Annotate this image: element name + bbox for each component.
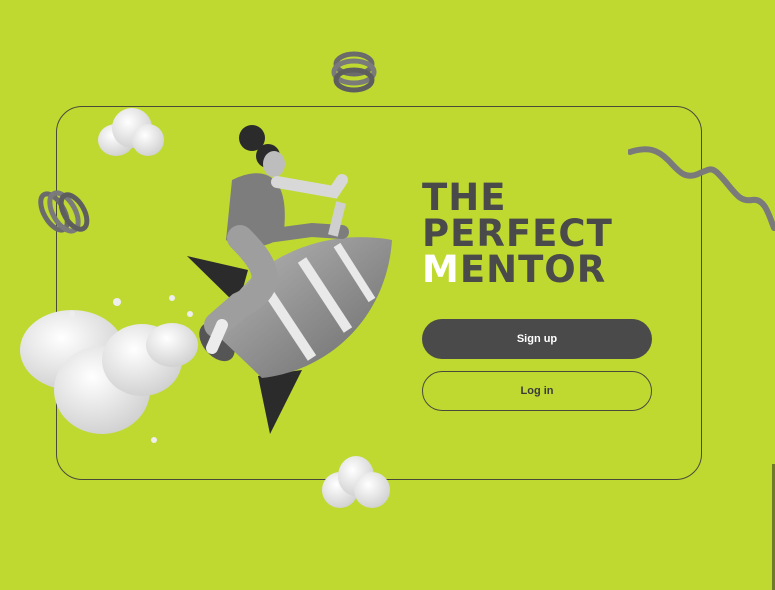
spring-icon xyxy=(331,51,377,93)
sign-up-button[interactable]: Sign up xyxy=(422,319,652,359)
page-title: THE PERFECT MENTOR xyxy=(422,176,613,288)
title-line-1: THE xyxy=(422,176,507,219)
title-accent-letter: M xyxy=(422,248,460,291)
title-line-3-rest: ENTOR xyxy=(459,248,607,291)
log-in-button[interactable]: Log in xyxy=(422,371,652,411)
title-line-2: PERFECT xyxy=(422,212,613,255)
rocket-rider-illustration xyxy=(20,125,392,443)
title-line-3: MENTOR xyxy=(422,251,613,288)
squiggle-icon xyxy=(628,146,775,231)
